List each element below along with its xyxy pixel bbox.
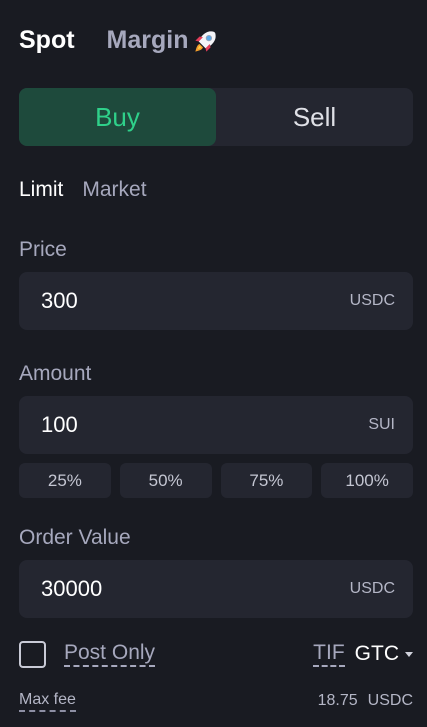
amount-label: Amount (19, 362, 92, 385)
rocket-icon (194, 31, 216, 52)
tab-margin[interactable]: Margin (107, 22, 219, 58)
caret-down-icon (405, 651, 413, 657)
post-only-label[interactable]: Post Only (64, 641, 156, 667)
post-only-checkbox[interactable] (19, 640, 46, 668)
mode-tabs: Spot Margin (19, 22, 219, 58)
trade-panel: Spot Margin Buy Sell Limit Market Price … (0, 0, 427, 727)
buy-sell-toggle: Buy Sell (19, 88, 413, 146)
max-fee-row: Max fee 18.75 USDC (19, 690, 413, 712)
order-value-label: Order Value (19, 526, 131, 549)
tif-dropdown[interactable]: GTC (355, 642, 413, 666)
order-type-market[interactable]: Market (82, 178, 146, 202)
percent-75-button[interactable]: 75% (220, 463, 313, 498)
post-only-row: Post Only TIF GTC (19, 640, 413, 668)
percent-buttons: 25% 50% 75% 100% (19, 463, 413, 498)
max-fee-value: 18.75 (317, 692, 358, 709)
order-value-value: 30000 (41, 576, 103, 601)
amount-input[interactable]: 100 SUI (19, 396, 413, 454)
order-value-unit: USDC (349, 580, 395, 597)
percent-100-button[interactable]: 100% (321, 463, 413, 498)
percent-25-button[interactable]: 25% (19, 463, 111, 498)
buy-button[interactable]: Buy (19, 88, 216, 146)
percent-50-button[interactable]: 50% (119, 463, 212, 498)
price-input[interactable]: 300 USDC (19, 272, 413, 330)
price-value: 300 (41, 288, 78, 313)
price-unit: USDC (349, 292, 395, 309)
order-type-limit[interactable]: Limit (19, 178, 63, 202)
tif-label: TIF (313, 641, 345, 667)
tif-value: GTC (354, 642, 399, 665)
price-label: Price (19, 238, 67, 261)
tab-spot[interactable]: Spot (19, 22, 75, 58)
max-fee-label: Max fee (19, 690, 76, 712)
order-value-input[interactable]: 30000 USDC (19, 560, 413, 618)
amount-unit: SUI (368, 416, 395, 433)
amount-value: 100 (41, 412, 78, 437)
tab-margin-label: Margin (106, 26, 189, 54)
tif-control: TIF GTC (313, 641, 413, 667)
max-fee-unit: USDC (367, 692, 413, 709)
order-type-tabs: Limit Market (19, 178, 147, 202)
sell-button[interactable]: Sell (216, 88, 413, 146)
